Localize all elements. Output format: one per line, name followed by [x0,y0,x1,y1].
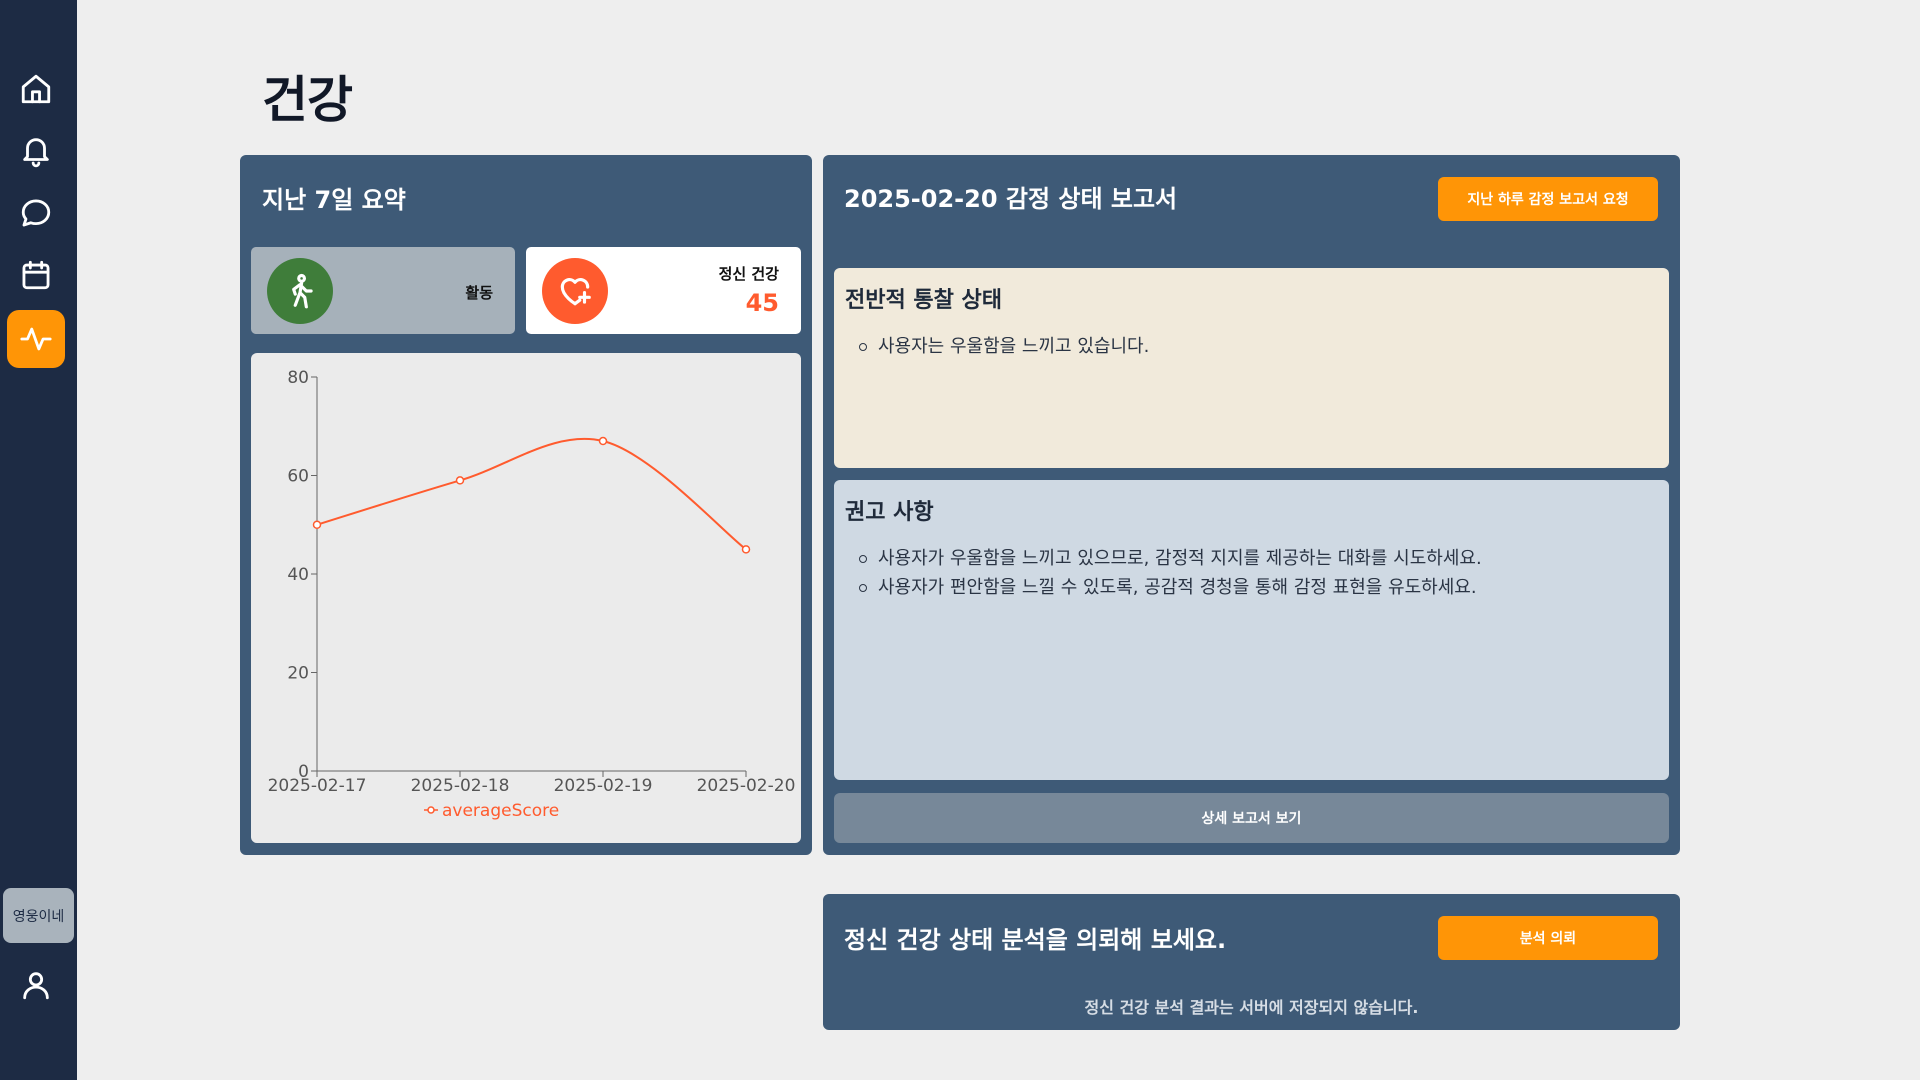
walking-person-icon [292,273,313,309]
nav-health[interactable] [7,310,65,368]
data-point [741,545,751,554]
mental-health-card[interactable]: 정신 건강 45 [526,247,801,334]
recommend-list: 사용자가 우울함을 느끼고 있으므로, 감정적 지지를 제공하는 대화를 시도하… [845,544,1658,602]
activity-card[interactable]: 활동 [251,247,515,334]
insight-box: 전반적 통찰 상태 사용자는 우울함을 느끼고 있습니다. [834,268,1669,468]
recommend-heading: 권고 사항 [845,500,934,525]
user-name-badge[interactable]: 영웅이네 [3,888,74,943]
activity-label: 활동 [465,284,493,302]
insight-list: 사용자는 우울함을 느끼고 있습니다. [845,332,1658,361]
calendar-icon [22,260,50,290]
data-point [455,476,465,485]
chat-bubble-icon [21,199,51,227]
x-tick-label: 2025-02-17 [268,776,367,796]
y-tick-label: 60 [287,467,309,487]
nav-home[interactable] [7,60,65,118]
analysis-note: 정신 건강 분석 결과는 서버에 저장되지 않습니다. [1084,998,1419,1017]
x-tick-label: 2025-02-20 [697,776,796,796]
page-title: 건강 [262,71,353,129]
x-tick-label: 2025-02-18 [411,776,510,796]
mental-score: 45 [745,289,779,317]
bell-icon [23,138,49,168]
average-score-chart: 0204060802025-02-17 2025-02-18 2025-02-19 2… [268,368,796,821]
nav-calendar[interactable] [7,246,65,304]
report-title: 2025-02-20 감정 상태 보고서 [844,185,1178,213]
analysis-title: 정신 건강 상태 분석을 의뢰해 보세요. [844,926,1227,954]
user-icon [23,972,49,1000]
mental-label: 정신 건강 [718,265,779,283]
request-daily-report-button[interactable]: 지난 하루 감정 보고서 요청 [1438,177,1658,221]
nav-profile[interactable] [7,956,65,1014]
insight-heading: 전반적 통찰 상태 [845,288,1002,313]
x-tick-label: 2025-02-19 [554,776,653,796]
nav-chat[interactable] [7,184,65,242]
view-detail-report-button[interactable]: 상세 보고서 보기 [834,793,1669,843]
sidebar: 영웅이네 [0,0,77,1080]
nav-notifications[interactable] [7,122,65,180]
home-icon [21,74,51,104]
y-tick-label: 40 [287,565,309,585]
data-point [312,520,322,529]
list-item: 사용자는 우울함을 느끼고 있습니다. [859,332,1658,361]
chart-container: 0 20 40 60 80 2025-02-17 2025-02-18 2025-02-19 2… [251,353,801,843]
mental-circle [542,258,608,324]
y-tick-label: 80 [287,368,309,388]
y-tick-label: 20 [287,664,309,684]
list-item: 사용자가 편안함을 느낄 수 있도록, 공감적 경청을 통해 감정 표현을 유도… [859,573,1658,602]
legend-label: averageScore [442,801,559,821]
request-analysis-button[interactable]: 분석 의뢰 [1438,916,1658,960]
activity-circle [267,258,333,324]
recommend-box: 권고 사항 사용자가 우울함을 느끼고 있으므로, 감정적 지지를 제공하는 대… [834,480,1669,780]
activity-pulse-icon [20,327,52,351]
legend-marker [427,806,435,814]
list-item: 사용자가 우울함을 느끼고 있으므로, 감정적 지지를 제공하는 대화를 시도하… [859,544,1658,573]
series-line [316,437,747,551]
summary-title: 지난 7일 요약 [262,186,406,214]
data-point [598,436,608,446]
heart-plus-icon [560,278,591,306]
